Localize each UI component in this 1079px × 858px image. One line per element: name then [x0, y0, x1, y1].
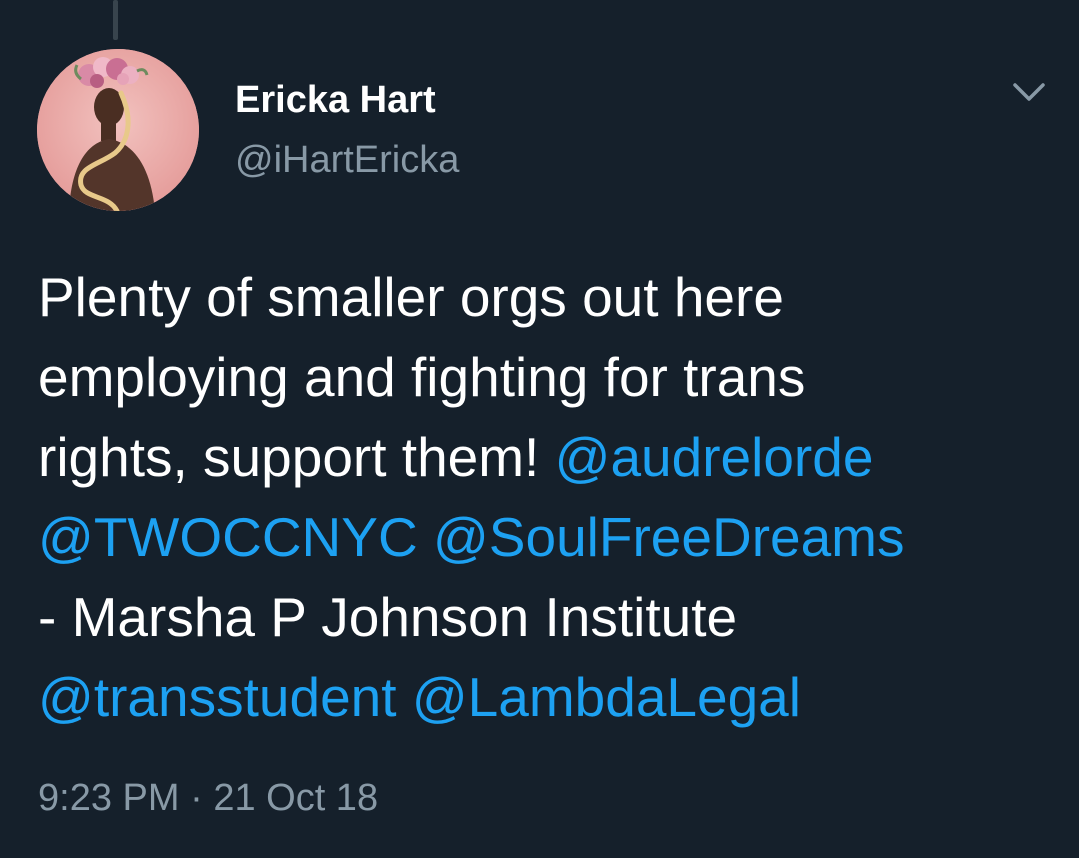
- mention-link-twoccnyc[interactable]: @TWOCCNYC: [38, 506, 418, 568]
- profile-photo-icon: [37, 49, 199, 211]
- avatar[interactable]: [37, 49, 199, 211]
- tweet-line-5: - Marsha P Johnson Institute: [38, 577, 1048, 657]
- tweet-line-1: Plenty of smaller orgs out here: [38, 257, 1048, 337]
- tweet-text-segment: employing and fighting for trans: [38, 346, 806, 408]
- tweet-body: Plenty of smaller orgs out here employin…: [38, 257, 1048, 737]
- tweet-text-segment: - Marsha P Johnson Institute: [38, 586, 738, 648]
- author-handle[interactable]: @iHartEricka: [235, 138, 459, 182]
- mention-link-lambdalegal[interactable]: @LambdaLegal: [412, 666, 801, 728]
- tweet-line-6: @transstudent @LambdaLegal: [38, 657, 1048, 737]
- mention-link-soulfreedreams[interactable]: @SoulFreeDreams: [433, 506, 905, 568]
- tweet-line-3: rights, support them! @audrelorde: [38, 417, 1048, 497]
- thread-connector-line: [113, 0, 118, 40]
- tweet-menu-button[interactable]: [1010, 76, 1048, 106]
- tweet-text-segment: Plenty of smaller orgs out here: [38, 266, 784, 328]
- author-display-name[interactable]: Ericka Hart: [235, 78, 436, 122]
- mention-link-transstudent[interactable]: @transstudent: [38, 666, 397, 728]
- tweet-line-2: employing and fighting for trans: [38, 337, 1048, 417]
- tweet-text-segment: rights, support them!: [38, 426, 555, 488]
- tweet-date: 21 Oct 18: [213, 777, 379, 819]
- mention-link-audrelorde[interactable]: @audrelorde: [555, 426, 874, 488]
- timestamp-separator: ·: [190, 777, 203, 819]
- tweet-line-4: @TWOCCNYC @SoulFreeDreams: [38, 497, 1048, 577]
- tweet-time: 9:23 PM: [38, 777, 180, 819]
- chevron-down-icon: [1013, 83, 1045, 101]
- tweet-timestamp[interactable]: 9:23 PM · 21 Oct 18: [38, 775, 378, 821]
